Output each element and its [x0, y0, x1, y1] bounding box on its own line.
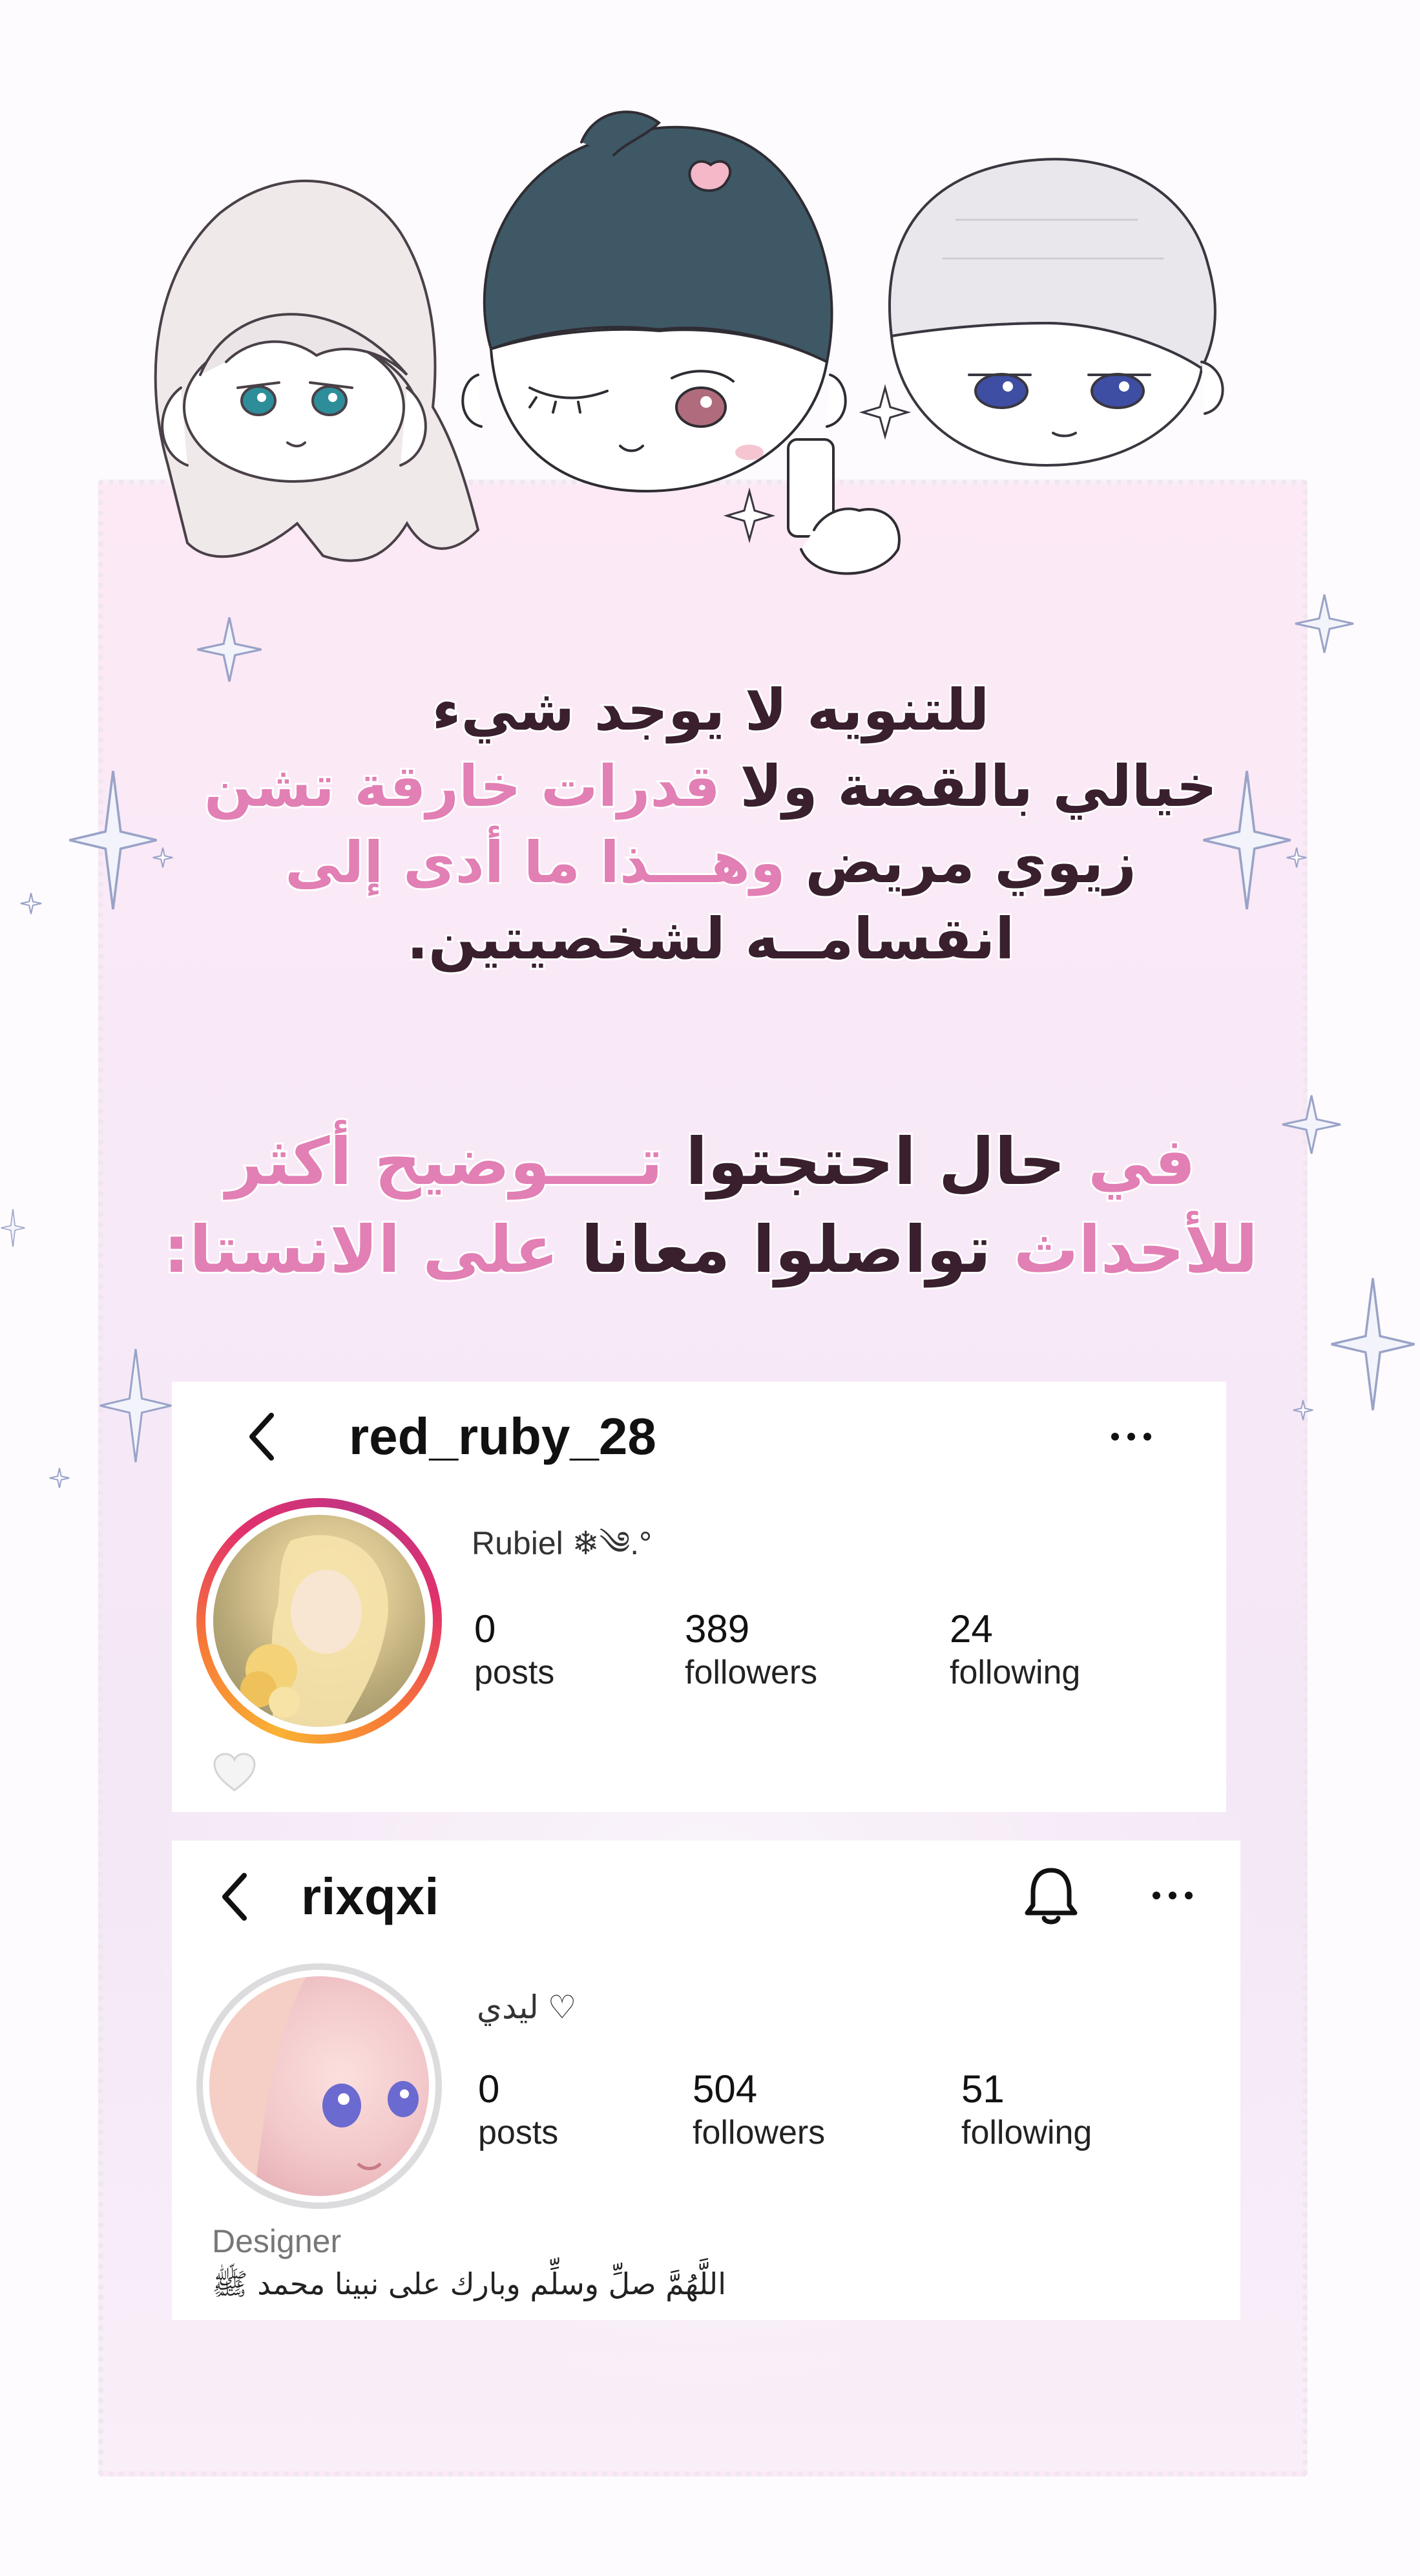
contact-line-1: في حال احتجتوا تــــوضيح أكثر: [155, 1118, 1266, 1206]
disclaimer-line-3-dark: زيوي مريض: [785, 827, 1138, 898]
posts-count: 0: [478, 2067, 500, 2111]
followers-label[interactable]: followers: [693, 2113, 825, 2152]
sparkle-icon: [49, 1468, 70, 1488]
sparkle-icon: [1295, 594, 1354, 653]
heart-icon[interactable]: [212, 1751, 257, 1793]
sparkle-icon: [69, 770, 157, 910]
disclaimer-line-2: خيالي بالقصة ولا قدرات خارقة تشن: [155, 748, 1266, 825]
posts-label[interactable]: posts: [474, 1653, 554, 1692]
contact-line-1-pink-a: في: [1065, 1122, 1198, 1201]
chevron-left-icon[interactable]: [243, 1408, 282, 1466]
followers-label[interactable]: followers: [685, 1653, 817, 1692]
boy-silver-hair-character: [888, 158, 1224, 467]
profile-username: red_ruby_28: [349, 1408, 656, 1465]
contact-line-1-pink-b: تــــوضيح أكثر: [224, 1122, 665, 1201]
profile-display-name: ♡ ليدي: [477, 1989, 577, 2025]
followers-count: 389: [685, 1607, 750, 1651]
contact-line-1-dark: حال احتجتوا: [663, 1122, 1067, 1201]
profile-bio: اللَّهُمَّ صلِّ وسلِّم وبارك على نبينا م…: [212, 2266, 726, 2301]
contact-line-2-pink-b: على الانستا:: [162, 1210, 561, 1289]
avatar[interactable]: [209, 1976, 429, 2196]
contact-line-2-dark: تواصلوا معانا: [558, 1210, 993, 1289]
more-icon[interactable]: [1150, 1886, 1195, 1905]
followers-count: 504: [693, 2067, 758, 2111]
sparkle-icon: [1, 1209, 25, 1247]
disclaimer-text: للتنويه لا يوجد شيء خيالي بالقصة ولا قدر…: [155, 672, 1266, 977]
bell-icon[interactable]: [1022, 1863, 1080, 1927]
following-count: 24: [950, 1607, 993, 1651]
girl-character: [154, 179, 480, 562]
sparkle-icon: [20, 892, 42, 914]
more-icon[interactable]: [1109, 1427, 1154, 1446]
sparkle-icon: [1331, 1278, 1415, 1411]
disclaimer-line-4: انقسامــه لشخصيتين.: [405, 903, 1017, 974]
disclaimer-line-1: للتنويه لا يوجد شيء: [430, 675, 992, 745]
posts-label[interactable]: posts: [478, 2113, 558, 2152]
characters-illustration: [154, 111, 1224, 575]
avatar-illustration: [209, 1976, 419, 2196]
following-label[interactable]: following: [961, 2113, 1092, 2152]
disclaimer-line-2-dark: خيالي بالقصة ولا: [720, 751, 1219, 821]
sparkle-icon: [1293, 1400, 1313, 1420]
disclaimer-line-3: زيوي مريض وهـــذا ما أدى إلى: [155, 825, 1266, 901]
boy-dark-hair-character: [461, 111, 901, 575]
profile-username: rixqxi: [301, 1868, 439, 1925]
instagram-profile-card-rixqxi[interactable]: rixqxi ♡ ليدي 0 posts 504 followers 51 f…: [172, 1841, 1240, 2320]
contact-line-2: للأحداث تواصلوا معانا على الانستا:: [155, 1206, 1266, 1294]
profile-category: Designer: [212, 2223, 342, 2259]
disclaimer-line-2-pink: قدرات خارقة تشن: [202, 751, 722, 821]
contact-line-2-pink-a: للأحداث: [991, 1210, 1260, 1289]
disclaimer-line-3-pink: وهـــذا ما أدى إلى: [283, 827, 788, 898]
sparkle-icon: [1282, 1095, 1341, 1154]
following-label[interactable]: following: [950, 1653, 1080, 1692]
avatar[interactable]: [213, 1515, 425, 1727]
instagram-profile-card-red-ruby[interactable]: red_ruby_28 Rubiel ❄༄.° 0 posts 389 foll…: [172, 1382, 1226, 1812]
contact-text: في حال احتجتوا تــــوضيح أكثر للأحداث تو…: [155, 1118, 1266, 1294]
posts-count: 0: [474, 1607, 496, 1651]
page: للتنويه لا يوجد شيء خيالي بالقصة ولا قدر…: [0, 0, 1420, 2576]
following-count: 51: [961, 2067, 1005, 2111]
sparkle-icon: [1286, 847, 1307, 868]
avatar-illustration: [240, 1535, 388, 1727]
profile-display-name: Rubiel ❄༄.°: [472, 1525, 653, 1561]
sparkle-icon: [99, 1349, 172, 1462]
chevron-left-icon[interactable]: [216, 1868, 255, 1926]
